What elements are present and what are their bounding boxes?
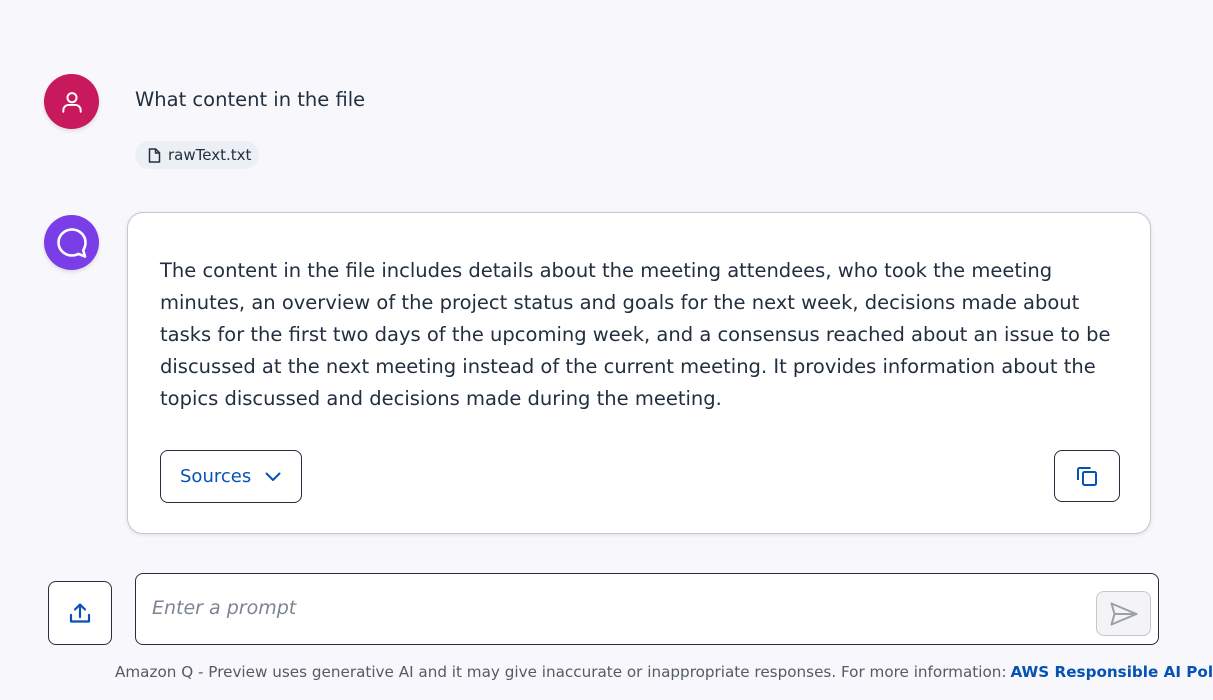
assistant-response-text: The content in the file includes details… [160,259,1111,410]
disclaimer: Amazon Q - Preview uses generative AI an… [115,663,1213,681]
upload-icon [69,603,91,623]
user-icon [61,91,82,113]
assistant-response-card: The content in the file includes details… [127,212,1151,534]
user-message-text: What content in the file [135,88,366,111]
chevron-down-icon [265,472,281,481]
sources-label: Sources [180,466,252,487]
prompt-input[interactable] [152,592,1072,624]
user-avatar [44,74,99,129]
send-button[interactable] [1096,591,1151,636]
file-icon [148,147,161,163]
file-attachment-name: rawText.txt [168,146,252,164]
prompt-box [135,573,1159,645]
chat-bubble-icon [56,227,87,258]
file-attachment-chip[interactable]: rawText.txt [135,141,260,169]
policy-link-label: AWS Responsible AI Policy [1010,663,1213,681]
sources-dropdown-button[interactable]: Sources [160,450,302,503]
send-icon [1110,602,1137,625]
copy-button[interactable] [1054,450,1120,502]
assistant-avatar [44,215,99,270]
upload-file-button[interactable] [48,581,112,645]
copy-icon [1077,467,1097,486]
responsible-ai-policy-link[interactable]: AWS Responsible AI Policy [1010,663,1213,681]
disclaimer-text: Amazon Q - Preview uses generative AI an… [115,663,1007,681]
